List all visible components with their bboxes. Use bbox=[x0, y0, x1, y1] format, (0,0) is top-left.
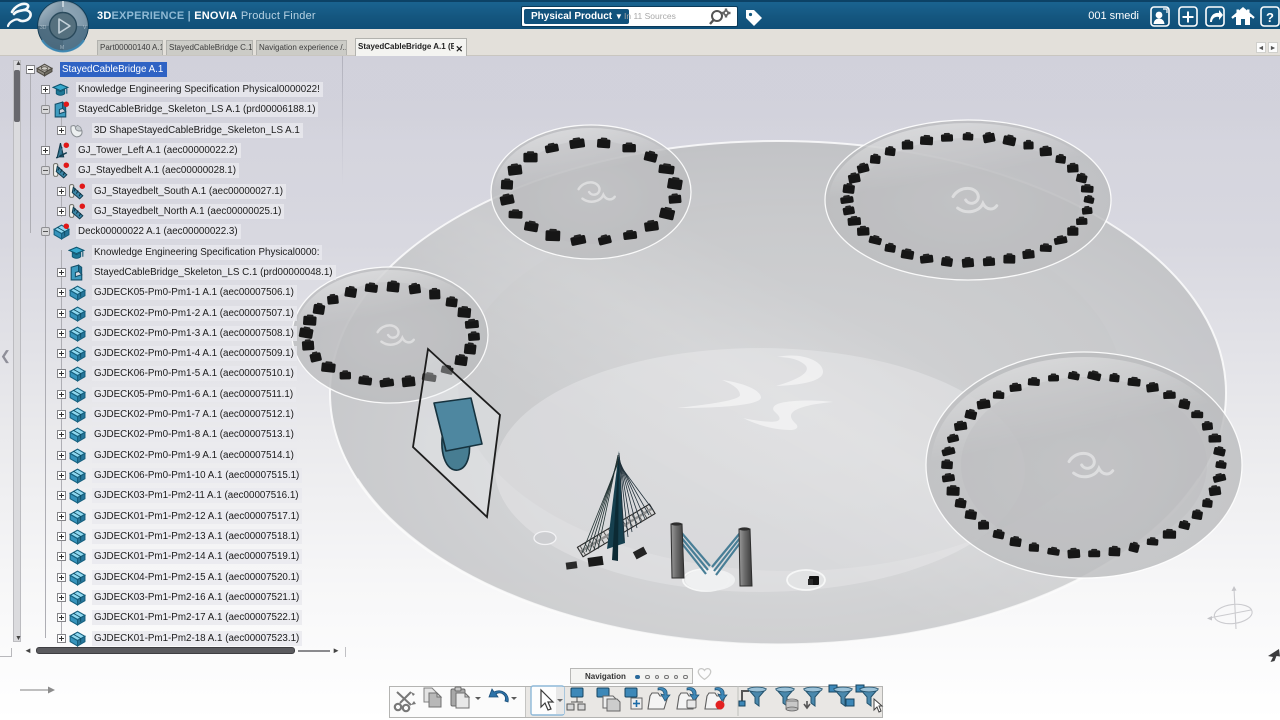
svg-text:?: ? bbox=[1266, 10, 1274, 25]
svg-text:3D: 3D bbox=[40, 25, 47, 31]
svg-text:M: M bbox=[60, 45, 64, 51]
